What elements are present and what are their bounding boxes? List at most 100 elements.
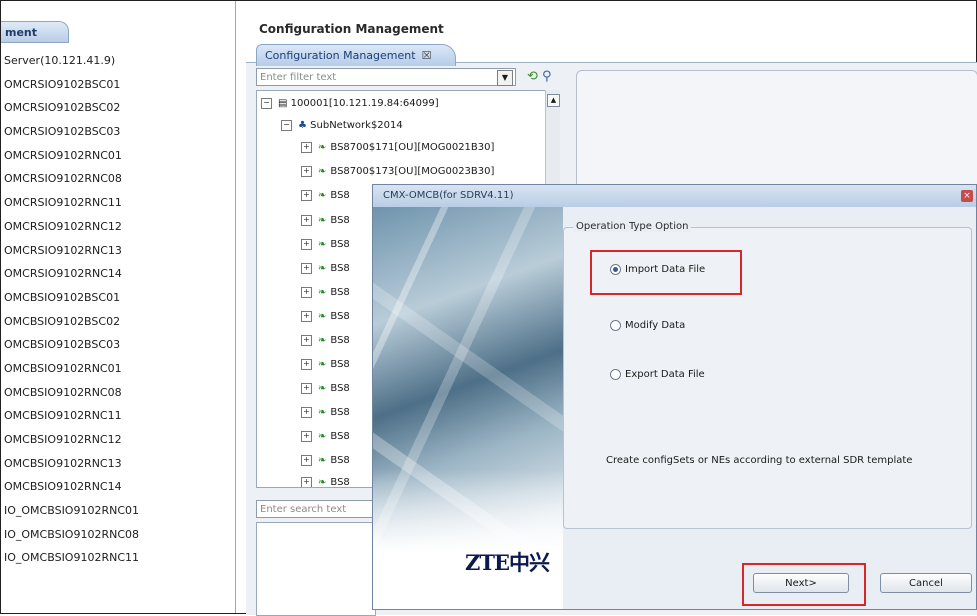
tree-node-row[interactable]: + ❧ BS8 bbox=[301, 234, 350, 256]
expand-icon[interactable]: + bbox=[301, 310, 312, 322]
list-item[interactable]: OMCBSIO9102RNC11 bbox=[1, 404, 235, 428]
leaf-icon: ❧ bbox=[318, 239, 327, 250]
list-item[interactable]: Server(10.121.41.9) bbox=[1, 49, 235, 73]
leaf-icon: ❧ bbox=[318, 190, 327, 201]
expand-icon[interactable]: + bbox=[301, 141, 312, 153]
tree-node-row[interactable]: + ❧ BS8 bbox=[301, 185, 350, 207]
tab-configuration-management[interactable]: Configuration Management ☒ bbox=[256, 44, 456, 66]
leaf-icon: ❧ bbox=[318, 215, 327, 226]
list-item[interactable]: OMCBSIO9102RNC14 bbox=[1, 475, 235, 499]
tree-node-label: BS8 bbox=[330, 311, 350, 322]
tree-node-row[interactable]: + ❧ BS8 bbox=[301, 402, 350, 424]
list-item[interactable]: OMCBSIO9102RNC01 bbox=[1, 357, 235, 381]
expand-icon[interactable]: + bbox=[301, 238, 312, 250]
list-item[interactable]: OMCRSIO9102RNC01 bbox=[1, 144, 235, 168]
radio-modify-data[interactable]: Modify Data bbox=[610, 319, 685, 333]
tree-node-row[interactable]: + ❧ BS8700$171[OU][MOG0021B30] bbox=[301, 137, 494, 159]
refresh-tree-icon[interactable]: ⟲ bbox=[527, 69, 538, 84]
scroll-up-icon[interactable]: ▲ bbox=[547, 94, 560, 107]
tree-node-row[interactable]: + ❧ BS8 bbox=[301, 306, 350, 328]
expand-icon[interactable]: + bbox=[301, 358, 312, 370]
tree-node-row[interactable]: + ❧ BS8 bbox=[301, 330, 350, 352]
tree-node-row[interactable]: + ❧ BS8 bbox=[301, 472, 350, 488]
operation-type-dialog: CMX-OMCB(for SDRV4.11) × ZTE中兴 Operation… bbox=[372, 184, 977, 610]
list-item[interactable]: OMCRSIO9102BSC03 bbox=[1, 120, 235, 144]
leaf-icon: ❧ bbox=[318, 407, 327, 418]
tree-node-label: BS8 bbox=[330, 190, 350, 201]
list-item[interactable]: OMCBSIO9102BSC02 bbox=[1, 310, 235, 334]
expand-icon[interactable]: + bbox=[301, 476, 312, 487]
list-item[interactable]: OMCBSIO9102BSC01 bbox=[1, 286, 235, 310]
list-item[interactable]: IO_OMCBSIO9102RNC01 bbox=[1, 499, 235, 523]
tree-node-label: BS8 bbox=[330, 335, 350, 346]
tree-node-row[interactable]: + ❧ BS8 bbox=[301, 378, 350, 400]
tab-label: Configuration Management bbox=[265, 49, 416, 62]
expand-icon[interactable]: + bbox=[301, 406, 312, 418]
radio-label: Modify Data bbox=[625, 320, 686, 331]
tree-node-label: BS8 bbox=[330, 239, 350, 250]
tree-node-row[interactable]: + ❧ BS8 bbox=[301, 282, 350, 304]
left-navigation-panel: ment Server(10.121.41.9) OMCRSIO9102BSC0… bbox=[1, 1, 236, 613]
tree-node-row[interactable]: + ❧ BS8 bbox=[301, 210, 350, 232]
left-panel-tab[interactable]: ment bbox=[1, 21, 69, 43]
tree-node-label: BS8700$171[OU][MOG0021B30] bbox=[330, 142, 495, 153]
tree-node-label: BS8 bbox=[330, 287, 350, 298]
tree-subnetwork-label: SubNetwork$2014 bbox=[310, 120, 403, 131]
expand-icon[interactable]: + bbox=[301, 214, 312, 226]
leaf-icon: ❧ bbox=[318, 359, 327, 370]
list-item[interactable]: IO_OMCBSIO9102RNC08 bbox=[1, 523, 235, 547]
leaf-icon: ❧ bbox=[318, 455, 327, 466]
list-item[interactable]: OMCBSIO9102BSC03 bbox=[1, 333, 235, 357]
cancel-button[interactable]: Cancel bbox=[880, 573, 972, 593]
list-item[interactable]: OMCRSIO9102RNC14 bbox=[1, 262, 235, 286]
leaf-icon: ❧ bbox=[318, 311, 327, 322]
list-item[interactable]: IO_OMCBSIO9102RNC11 bbox=[1, 546, 235, 570]
tree-node-row[interactable]: + ❧ BS8 bbox=[301, 426, 350, 448]
expand-icon[interactable]: + bbox=[301, 286, 312, 298]
tree-node-row[interactable]: + ❧ BS8700$173[OU][MOG0023B30] bbox=[301, 161, 494, 183]
list-item[interactable]: OMCBSIO9102RNC13 bbox=[1, 452, 235, 476]
collapse-icon[interactable]: − bbox=[281, 119, 292, 131]
search-icon[interactable]: ⚲ bbox=[542, 69, 552, 84]
list-item[interactable]: OMCRSIO9102BSC01 bbox=[1, 73, 235, 97]
highlight-import-option bbox=[590, 250, 742, 295]
tree-node-row[interactable]: + ❧ BS8 bbox=[301, 258, 350, 280]
dialog-title: CMX-OMCB(for SDRV4.11) bbox=[373, 185, 976, 207]
tree-node-label: BS8 bbox=[330, 215, 350, 226]
list-item[interactable]: OMCRSIO9102RNC13 bbox=[1, 239, 235, 263]
search-input[interactable]: Enter search text bbox=[256, 500, 374, 518]
list-item[interactable]: OMCRSIO9102RNC11 bbox=[1, 191, 235, 215]
radio-unchecked-icon[interactable] bbox=[610, 368, 621, 380]
expand-icon[interactable]: + bbox=[301, 382, 312, 394]
radio-export-data-file[interactable]: Export Data File bbox=[610, 368, 705, 382]
expand-icon[interactable]: + bbox=[301, 454, 312, 466]
lower-list-panel bbox=[256, 522, 376, 616]
tab-close-icon[interactable]: ☒ bbox=[422, 49, 432, 62]
expand-icon[interactable]: + bbox=[301, 262, 312, 274]
tree-node-label: BS8 bbox=[330, 431, 350, 442]
list-item[interactable]: OMCBSIO9102RNC12 bbox=[1, 428, 235, 452]
close-icon[interactable]: × bbox=[961, 190, 973, 202]
expand-icon[interactable]: + bbox=[301, 165, 312, 177]
list-item[interactable]: OMCRSIO9102RNC12 bbox=[1, 215, 235, 239]
list-item[interactable]: OMCRSIO9102BSC02 bbox=[1, 96, 235, 120]
leaf-icon: ❧ bbox=[318, 166, 327, 177]
tree-root-label: 100001[10.121.19.84:64099] bbox=[290, 98, 439, 109]
tree-subnetwork-row[interactable]: − ♣ SubNetwork$2014 bbox=[281, 115, 403, 137]
list-item[interactable]: OMCBSIO9102RNC08 bbox=[1, 381, 235, 405]
tree-root-row[interactable]: − ▤ 100001[10.121.19.84:64099] bbox=[261, 93, 439, 115]
leaf-icon: ❧ bbox=[318, 477, 327, 488]
filter-dropdown-button[interactable]: ▼ bbox=[497, 70, 513, 86]
expand-icon[interactable]: + bbox=[301, 430, 312, 442]
filter-input[interactable]: Enter filter text bbox=[256, 68, 516, 86]
expand-icon[interactable]: + bbox=[301, 189, 312, 201]
network-icon: ♣ bbox=[298, 120, 307, 131]
zte-logo: ZTE中兴 bbox=[465, 550, 550, 575]
tree-node-row[interactable]: + ❧ BS8 bbox=[301, 450, 350, 472]
expand-icon[interactable]: + bbox=[301, 334, 312, 346]
tree-node-row[interactable]: + ❧ BS8 bbox=[301, 354, 350, 376]
list-item[interactable]: OMCRSIO9102RNC08 bbox=[1, 167, 235, 191]
tree-node-label: BS8 bbox=[330, 477, 350, 488]
collapse-icon[interactable]: − bbox=[261, 97, 272, 109]
radio-unchecked-icon[interactable] bbox=[610, 319, 621, 331]
